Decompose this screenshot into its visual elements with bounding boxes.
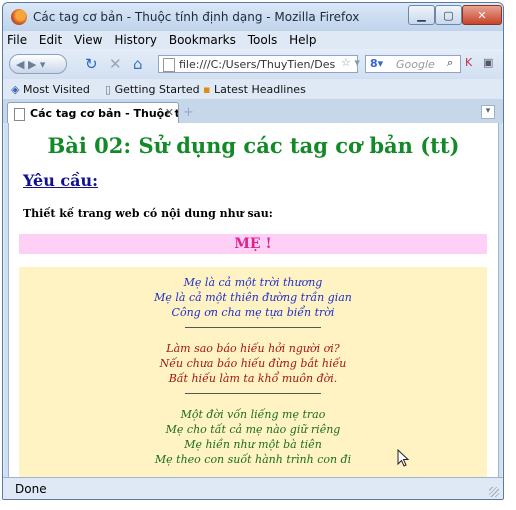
stop-icon[interactable]: ✕: [109, 55, 122, 73]
page-heading: Bài 02: Sử dụng các tag cơ bản (tt): [47, 133, 460, 158]
toolbar-menu-icon[interactable]: ▣: [483, 56, 493, 69]
addon-icon[interactable]: K: [465, 56, 472, 69]
menu-help[interactable]: Help: [285, 31, 320, 47]
poem-line: Mẹ là cả một thiên đường trần gian: [154, 291, 352, 304]
mouse-cursor-icon: [397, 449, 409, 467]
google-search-icon[interactable]: 8▾: [370, 57, 383, 70]
page-icon: [163, 58, 175, 72]
firefox-window: Các tag cơ bản - Thuộc tính định dạng - …: [2, 2, 504, 500]
tab-close-icon[interactable]: ✕: [165, 106, 174, 119]
poem-divider: [185, 393, 321, 394]
bookmark-icon: ◈: [11, 83, 20, 96]
menu-edit[interactable]: Edit: [35, 31, 66, 47]
menu-file[interactable]: File: [3, 31, 31, 47]
poem-line: Mẹ là cả một trời thương: [183, 276, 323, 289]
bookmark-most-visited[interactable]: ◈ Most Visited: [11, 83, 90, 96]
requirement-heading: Yêu cầu:: [23, 171, 99, 190]
resize-grip[interactable]: [489, 487, 499, 497]
description-text: Thiết kế trang web có nội dung như sau:: [23, 207, 273, 220]
tab-list-button[interactable]: ▾: [481, 105, 495, 119]
url-text: file:///C:/Users/ThuyTien/Des: [179, 58, 336, 71]
back-forward-button[interactable]: ◀ ▶ ▾: [9, 54, 67, 74]
star-icon[interactable]: ☆ ▾: [341, 56, 360, 69]
tab-strip: Các tag cơ bản - Thuộc tính đ... ✕ + ▾: [3, 99, 503, 123]
minimize-button[interactable]: ▁: [408, 5, 435, 25]
bookmarks-toolbar: ◈ Most Visited ▯ Getting Started ▪ Lates…: [3, 79, 503, 99]
menu-tools[interactable]: Tools: [244, 31, 282, 47]
poem-line: Làm sao báo hiếu hởi người ơi?: [166, 342, 340, 355]
page-icon: ▯: [105, 83, 112, 96]
poem-line: Công ơn cha mẹ tựa biển trời: [171, 306, 335, 319]
poem-line: Nếu chưa báo hiếu đừng bắt hiếu: [159, 357, 347, 370]
poem-line: Mẹ theo con suốt hành trình con đi: [154, 453, 352, 466]
poem-line: Một đời vốn liếng mẹ trao: [180, 408, 326, 421]
poem-divider: [185, 327, 321, 328]
poem-line: Mẹ cho tất cả mẹ nào giữ riêng: [165, 423, 341, 436]
navigation-toolbar: ◀ ▶ ▾ ↻ ✕ ⌂ file:///C:/Users/ThuyTien/De…: [3, 49, 503, 79]
home-icon[interactable]: ⌂: [133, 55, 143, 73]
page-content: Bài 02: Sử dụng các tag cơ bản (tt) Yêu …: [8, 123, 499, 477]
close-button[interactable]: ✕: [462, 5, 502, 25]
search-placeholder: Google: [396, 58, 435, 71]
poem-line: Mẹ hiền như một bà tiên: [184, 438, 322, 451]
title-bar: Các tag cơ bản - Thuộc tính định dạng - …: [3, 3, 503, 31]
tab-current[interactable]: Các tag cơ bản - Thuộc tính đ... ✕: [7, 102, 179, 123]
search-go-icon[interactable]: ⌕: [447, 56, 453, 70]
menu-bar: File Edit View History Bookmarks Tools H…: [3, 31, 503, 49]
maximize-button[interactable]: ▢: [435, 5, 462, 25]
reload-icon[interactable]: ↻: [85, 55, 98, 73]
rss-icon: ▪: [203, 83, 211, 96]
bookmark-getting-started[interactable]: ▯ Getting Started: [105, 83, 200, 96]
poem-box: Mẹ là cả một trời thương Mẹ là cả một th…: [19, 267, 487, 477]
status-bar: Done: [3, 477, 503, 499]
page-icon: [14, 108, 25, 121]
poem-title: MẸ !: [19, 234, 487, 254]
menu-history[interactable]: History: [110, 31, 161, 47]
bookmark-latest-headlines[interactable]: ▪ Latest Headlines: [203, 83, 306, 96]
window-title: Các tag cơ bản - Thuộc tính định dạng - …: [33, 10, 360, 24]
status-text: Done: [15, 482, 47, 496]
new-tab-button[interactable]: +: [183, 105, 194, 120]
menu-bookmarks[interactable]: Bookmarks: [165, 31, 240, 47]
url-bar[interactable]: file:///C:/Users/ThuyTien/Des: [158, 55, 358, 73]
poem-line: Bất hiếu làm ta khổ muôn đời.: [168, 372, 338, 385]
menu-view[interactable]: View: [70, 31, 106, 47]
browser-frame: Các tag cơ bản - Thuộc tính định dạng - …: [2, 2, 504, 500]
firefox-icon: [11, 9, 27, 25]
tab-label: Các tag cơ bản - Thuộc tính đ...: [30, 107, 178, 120]
